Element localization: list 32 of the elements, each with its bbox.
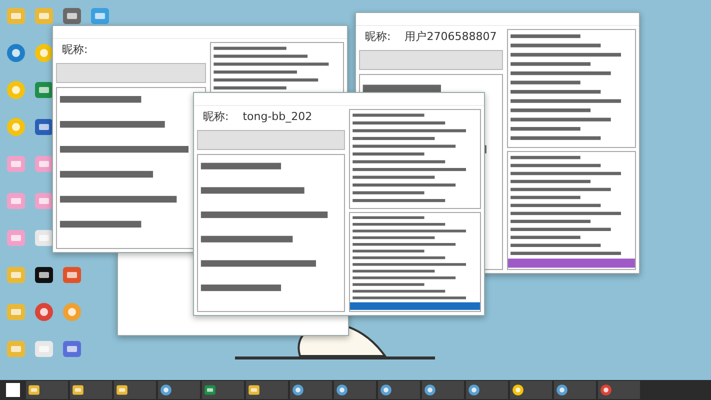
- app-icon[interactable]: [160, 384, 172, 396]
- taskbar-button[interactable]: [70, 381, 112, 399]
- app-icon[interactable]: [512, 384, 524, 396]
- nickname-value: tong-bb_202: [242, 109, 312, 125]
- taskbar-button[interactable]: [290, 381, 332, 399]
- taskbar-button[interactable]: [26, 381, 68, 399]
- app-icon[interactable]: [424, 384, 436, 396]
- app-icon[interactable]: [292, 384, 304, 396]
- nickname-label: 昵称:: [62, 42, 88, 58]
- taskbar-button[interactable]: [246, 381, 288, 399]
- app-icon[interactable]: [34, 265, 54, 285]
- app-icon[interactable]: [556, 384, 568, 396]
- start-button[interactable]: [197, 130, 345, 150]
- app-icon[interactable]: [336, 384, 348, 396]
- nickname-value: 用户2706588807: [404, 29, 497, 45]
- taskbar-button[interactable]: [334, 381, 376, 399]
- taskbar-button[interactable]: [378, 381, 420, 399]
- taskbar-button[interactable]: [510, 381, 552, 399]
- app-icon[interactable]: [468, 384, 480, 396]
- app-icon[interactable]: [380, 384, 392, 396]
- taskbar-button[interactable]: [114, 381, 156, 399]
- taskbar-button[interactable]: [202, 381, 244, 399]
- taskbar-button[interactable]: [422, 381, 464, 399]
- taskbar-button[interactable]: [598, 381, 640, 399]
- nickname-label: 昵称:: [365, 29, 391, 45]
- start-button[interactable]: [359, 50, 504, 70]
- taskbar-button[interactable]: [554, 381, 596, 399]
- nickname-label: 昵称:: [203, 109, 229, 125]
- start-icon[interactable]: [6, 383, 20, 397]
- taskbar-button[interactable]: [158, 381, 200, 399]
- taskbar-button[interactable]: [466, 381, 508, 399]
- start-button[interactable]: [56, 62, 206, 82]
